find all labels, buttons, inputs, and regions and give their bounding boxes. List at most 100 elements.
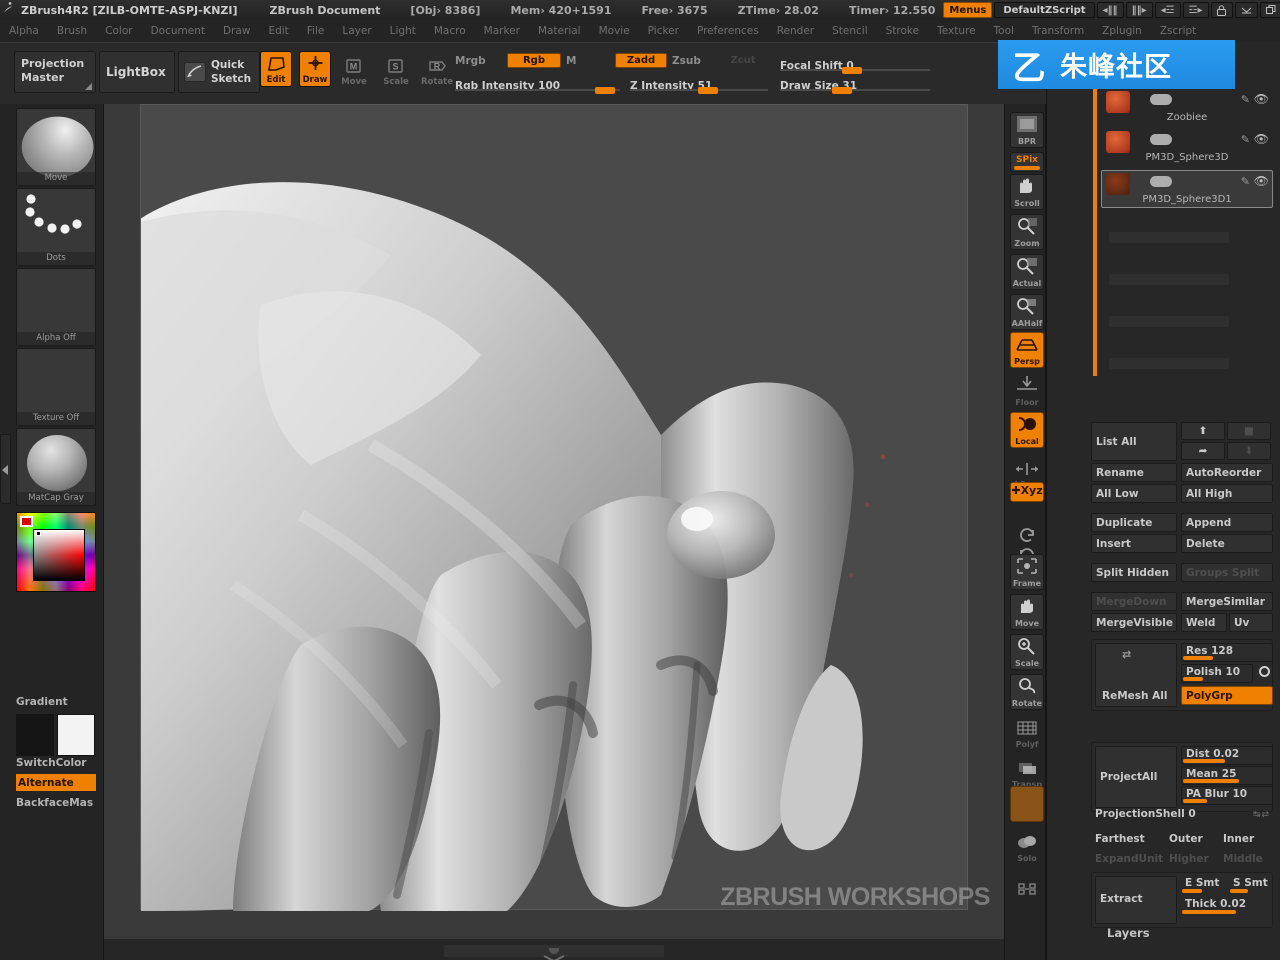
menu-item-marker[interactable]: Marker — [475, 20, 529, 42]
delete-button[interactable]: Delete — [1181, 534, 1273, 553]
secondary-color-swatch[interactable] — [57, 714, 95, 756]
rgb-button[interactable]: Rgb — [507, 53, 561, 68]
rail-button-aahalf[interactable]: AAHalf — [1010, 294, 1044, 330]
rail-button-solo[interactable]: Solo — [1010, 828, 1044, 864]
rail-button-actual[interactable]: Actual — [1010, 254, 1044, 290]
s-smt-slider[interactable]: S Smt — [1229, 876, 1275, 895]
dist-slider[interactable]: Dist 0.02 — [1181, 746, 1273, 765]
brush-palette[interactable]: Move — [16, 108, 96, 186]
mrgb-button[interactable]: Mrgb — [455, 55, 486, 67]
split-hidden-button[interactable]: Split Hidden — [1091, 563, 1177, 582]
switch-color-button[interactable]: SwitchColor — [16, 757, 87, 769]
document-surface[interactable] — [131, 104, 968, 912]
remesh-all-button[interactable]: ReMesh All ⇄ — [1095, 643, 1177, 707]
subtool-visibility-toggle[interactable] — [1150, 134, 1172, 145]
draw-button[interactable]: Draw — [299, 51, 331, 87]
rotate-button[interactable]: R Rotate — [421, 53, 453, 87]
subtool-eye-icon[interactable]: 👁 — [1254, 174, 1269, 188]
menu-item-stencil[interactable]: Stencil — [823, 20, 877, 42]
m-button[interactable]: M — [566, 55, 576, 67]
focal-shift-knob[interactable] — [842, 67, 862, 74]
alpha-palette[interactable]: Alpha Off — [16, 268, 96, 346]
alternate-button[interactable]: Alternate — [16, 774, 96, 791]
z-intensity-slider[interactable]: Z Intensity 51 — [630, 74, 768, 94]
menu-item-light[interactable]: Light — [381, 20, 425, 42]
reorder-arrow-icon[interactable]: ➦ — [1181, 442, 1225, 460]
menu-item-edit[interactable]: Edit — [259, 20, 297, 42]
material-palette[interactable]: MatCap Gray — [16, 428, 96, 506]
menu-item-color[interactable]: Color — [96, 20, 141, 42]
menu-item-brush[interactable]: Brush — [48, 20, 96, 42]
all-low-button[interactable]: All Low — [1091, 484, 1177, 503]
move-top-icon[interactable]: ■ — [1227, 422, 1271, 440]
projection-shell-icons[interactable]: ↹⇄ — [1253, 810, 1270, 820]
uv-button[interactable]: Uv — [1229, 613, 1273, 632]
edit-button[interactable]: Edit — [260, 51, 292, 87]
higher-button[interactable]: Higher — [1165, 849, 1215, 868]
zadd-button[interactable]: Zadd — [615, 53, 667, 68]
groups-split-button[interactable]: Groups Split — [1181, 563, 1273, 582]
duplicate-button[interactable]: Duplicate — [1091, 513, 1177, 532]
rail-button-scroll[interactable]: Scroll — [1010, 174, 1044, 210]
minimize-icon[interactable] — [1234, 2, 1258, 18]
menu-item-layer[interactable]: Layer — [333, 20, 380, 42]
subtool-row-0[interactable]: ✎ 👁 Zoobiee — [1101, 88, 1273, 126]
merge-similar-button[interactable]: MergeSimilar — [1181, 592, 1273, 611]
rail-button-local[interactable]: Local — [1010, 412, 1044, 448]
subtool-scroll-indicator[interactable] — [1093, 86, 1097, 376]
rail-button-scale[interactable]: Scale — [1010, 634, 1044, 670]
zcut-button[interactable]: Zcut — [725, 53, 761, 68]
middle-button[interactable]: Middle — [1219, 849, 1273, 868]
subtool-eye-icon[interactable]: 👁 — [1254, 132, 1269, 146]
subtool-eye-icon[interactable]: 👁 — [1254, 92, 1269, 106]
menu-item-document[interactable]: Document — [142, 20, 214, 42]
mean-slider[interactable]: Mean 25 — [1181, 766, 1273, 785]
draw-size-slider[interactable]: Draw Size 31 — [780, 74, 930, 94]
subtool-visibility-toggle[interactable] — [1150, 94, 1172, 105]
rail-button-transp[interactable]: Transp — [1010, 754, 1044, 790]
menu-item-stroke[interactable]: Stroke — [877, 20, 928, 42]
lightbox-button[interactable]: LightBox — [99, 51, 175, 93]
zscript-rewind-button[interactable]: ◂☲ — [1154, 2, 1181, 18]
rail-button-ghost-transparency-icon[interactable] — [1010, 786, 1044, 822]
palette-layers[interactable]: Layers — [1107, 926, 1150, 940]
left-tray-handle[interactable] — [0, 434, 11, 504]
z-intensity-knob[interactable] — [698, 87, 718, 94]
rail-button-zoom[interactable]: Zoom — [1010, 214, 1044, 250]
canvas-area[interactable]: ZBRUSH WORKSHOPS — [104, 104, 1004, 960]
move-down-icon[interactable]: ⬇ — [1227, 442, 1271, 460]
canvas-scroll-handle[interactable] — [444, 944, 664, 960]
rail-button-polyf[interactable]: Polyf — [1010, 714, 1044, 750]
menu-item-file[interactable]: File — [298, 20, 334, 42]
lock-icon[interactable] — [1210, 2, 1233, 18]
merge-visible-button[interactable]: MergeVisible — [1091, 613, 1177, 632]
primary-color-swatch[interactable] — [16, 714, 54, 756]
farthest-button[interactable]: Farthest — [1091, 829, 1165, 848]
quick-sketch-button[interactable]: Quick Sketch — [178, 51, 260, 93]
scale-button[interactable]: S Scale — [380, 53, 412, 87]
zscript-name[interactable]: DefaultZScript — [994, 2, 1095, 18]
list-all-button[interactable]: List All — [1091, 422, 1177, 461]
rgb-intensity-slider[interactable]: Rgb Intensity 100 — [455, 74, 620, 94]
move-button[interactable]: M Move — [338, 53, 370, 87]
e-smt-slider[interactable]: E Smt — [1181, 876, 1227, 895]
zsub-button[interactable]: Zsub — [672, 55, 701, 67]
insert-button[interactable]: Insert — [1091, 534, 1177, 553]
move-up-icon[interactable]: ⬆ — [1181, 422, 1225, 440]
zscript-forward-button[interactable]: ☲▸ — [1182, 2, 1209, 18]
menu-item-movie[interactable]: Movie — [590, 20, 639, 42]
expand-unit-button[interactable]: ExpandUnit — [1091, 849, 1165, 868]
subtool-visibility-toggle[interactable] — [1150, 176, 1172, 187]
polish-slider[interactable]: Polish 10 — [1181, 664, 1253, 683]
menu-item-material[interactable]: Material — [529, 20, 590, 42]
menu-item-preferences[interactable]: Preferences — [688, 20, 768, 42]
extract-button[interactable]: Extract — [1095, 876, 1177, 924]
weld-button[interactable]: Weld — [1181, 613, 1227, 632]
backface-mask-button[interactable]: BackfaceMas — [16, 797, 93, 809]
subtool-row-2[interactable]: ✎ 👁 PM3D_Sphere3D1 — [1101, 170, 1273, 208]
pa-blur-slider[interactable]: PA Blur 10 — [1181, 786, 1273, 805]
texture-palette[interactable]: Texture Off — [16, 348, 96, 426]
menu-item-zscript[interactable]: Zscript — [1151, 20, 1205, 42]
thick-slider[interactable]: Thick 0.02 — [1181, 897, 1275, 916]
outer-button[interactable]: Outer — [1165, 829, 1215, 848]
